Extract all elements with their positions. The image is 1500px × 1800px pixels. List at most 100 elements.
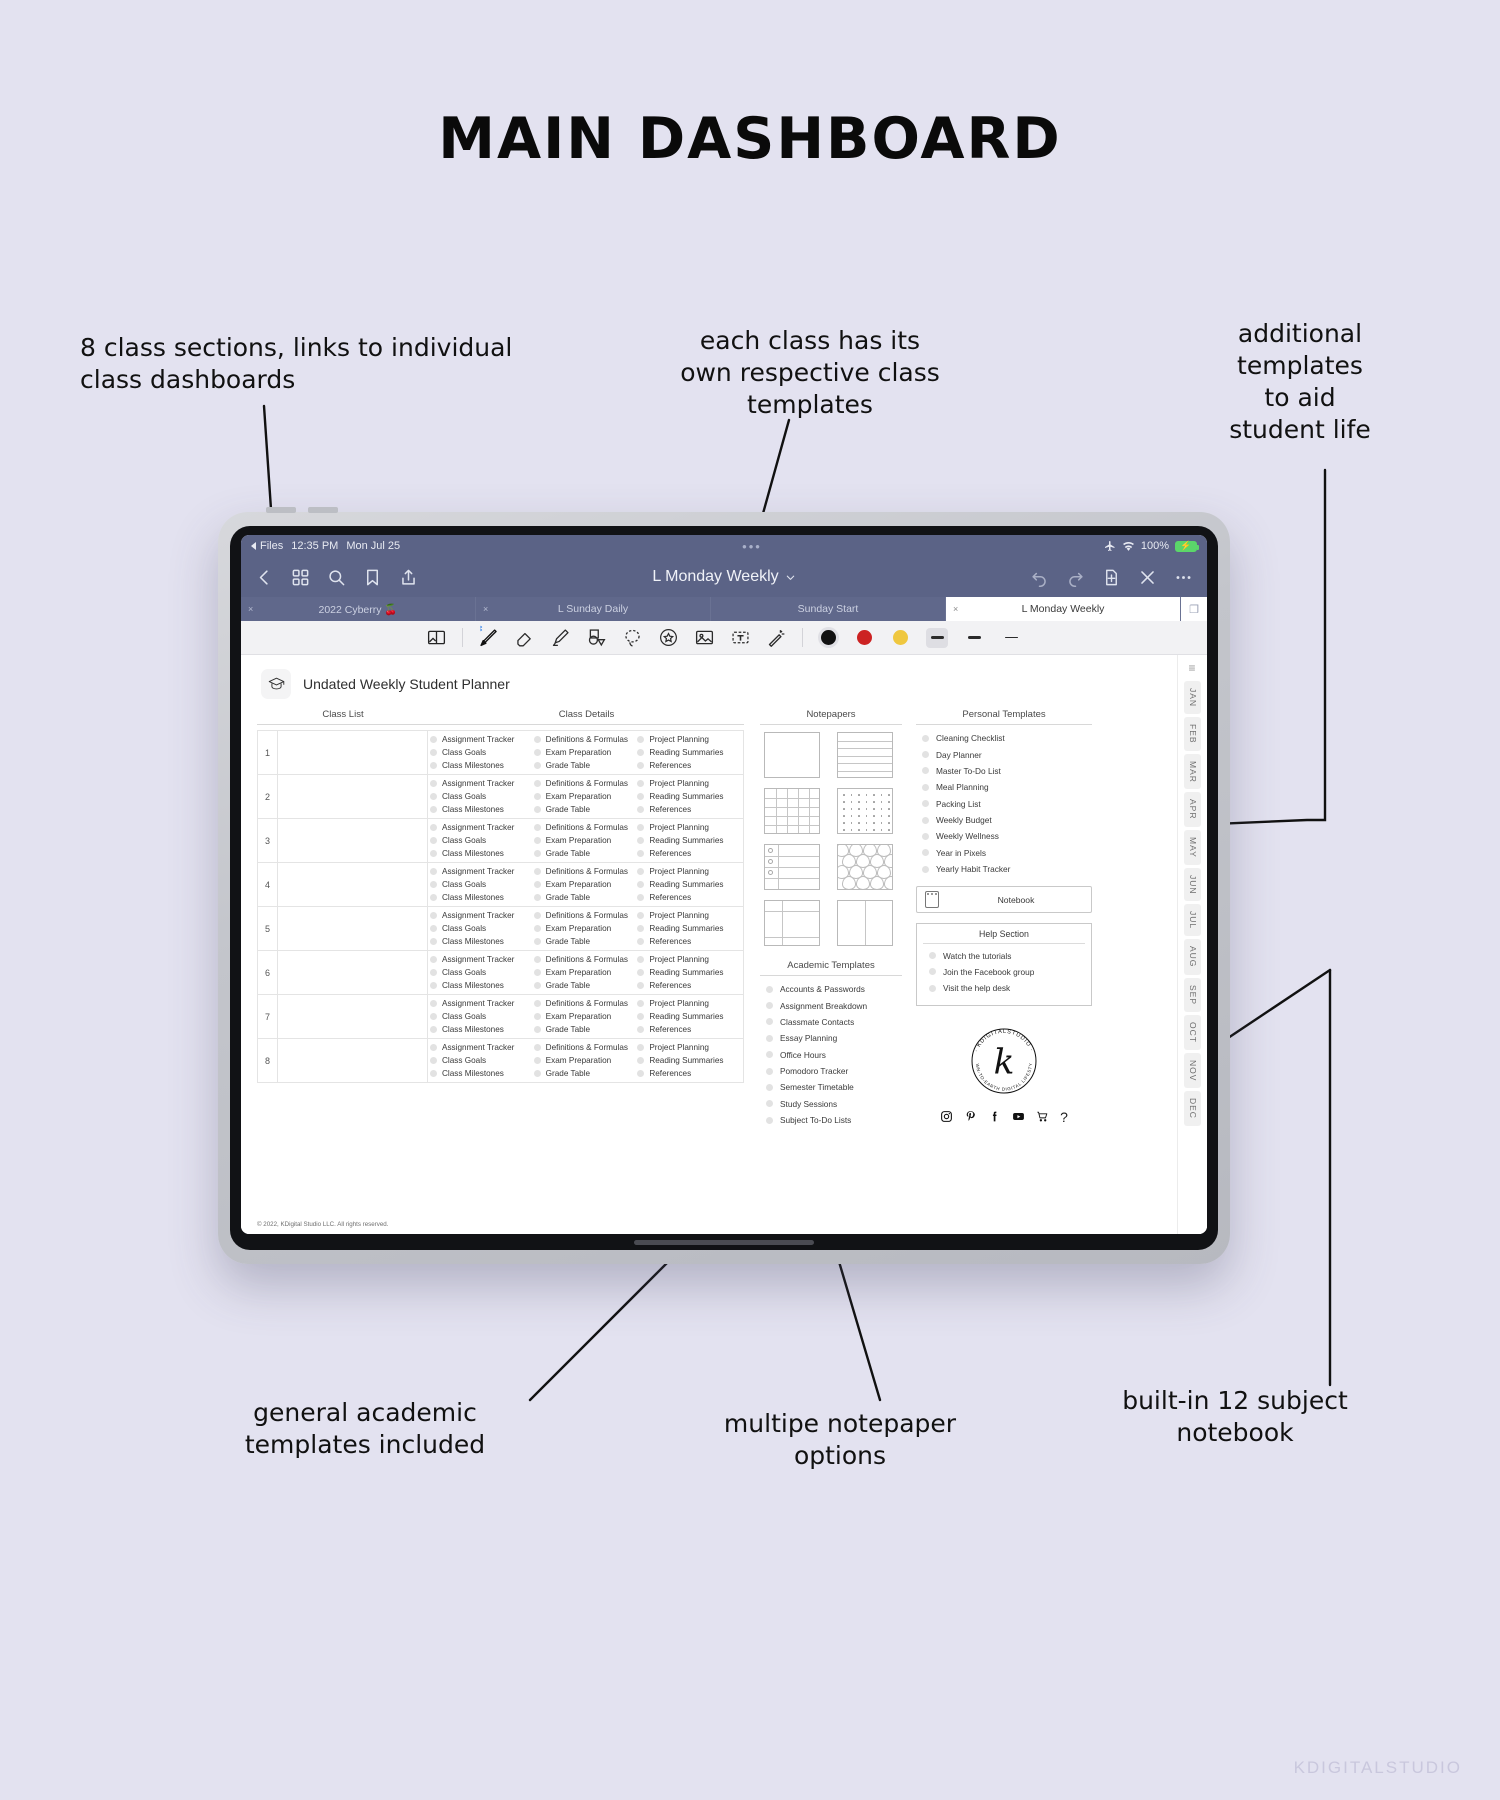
class-detail-link[interactable]: Grade Table bbox=[533, 893, 638, 902]
personal-template-item[interactable]: Weekly Budget bbox=[916, 812, 1092, 828]
class-detail-link[interactable]: Class Goals bbox=[430, 880, 534, 889]
class-detail-link[interactable]: Exam Preparation bbox=[533, 880, 638, 889]
document-title-menu[interactable]: L Monday Weekly bbox=[418, 568, 1030, 586]
personal-template-item[interactable]: Meal Planning bbox=[916, 779, 1092, 795]
academic-template-item[interactable]: Assignment Breakdown bbox=[760, 997, 902, 1013]
class-detail-link[interactable]: Grade Table bbox=[533, 849, 638, 858]
class-detail-link[interactable]: Project Planning bbox=[637, 779, 741, 788]
checklist-paper[interactable] bbox=[764, 844, 825, 890]
class-detail-link[interactable]: Exam Preparation bbox=[533, 1056, 638, 1065]
class-detail-link[interactable]: Project Planning bbox=[637, 823, 741, 832]
hex-paper[interactable] bbox=[837, 844, 898, 890]
volume-up-button[interactable] bbox=[266, 507, 296, 513]
class-detail-link[interactable]: Assignment Tracker bbox=[430, 1043, 534, 1052]
academic-template-item[interactable]: Essay Planning bbox=[760, 1030, 902, 1046]
class-detail-link[interactable]: Definitions & Formulas bbox=[533, 1043, 638, 1052]
class-detail-link[interactable]: Project Planning bbox=[637, 1043, 741, 1052]
class-detail-link[interactable]: Grade Table bbox=[533, 981, 638, 990]
class-detail-link[interactable]: Project Planning bbox=[637, 999, 741, 1008]
class-detail-link[interactable]: Exam Preparation bbox=[533, 792, 638, 801]
class-detail-link[interactable]: Definitions & Formulas bbox=[533, 823, 638, 832]
instagram-icon[interactable] bbox=[940, 1110, 953, 1123]
bookmark-icon[interactable] bbox=[363, 568, 382, 587]
color-yellow[interactable] bbox=[890, 627, 911, 648]
back-to-app-icon[interactable] bbox=[251, 542, 256, 550]
class-detail-link[interactable]: Class Goals bbox=[430, 792, 534, 801]
class-detail-link[interactable]: Reading Summaries bbox=[637, 924, 741, 933]
class-detail-link[interactable]: Project Planning bbox=[637, 735, 741, 744]
magic-wand-icon[interactable] bbox=[766, 627, 787, 648]
sidebar-toggle-icon[interactable]: ❐ bbox=[1181, 597, 1207, 621]
class-detail-link[interactable]: References bbox=[637, 849, 741, 858]
stroke-width-thin[interactable] bbox=[1000, 628, 1022, 648]
notebook-link[interactable]: Notebook bbox=[916, 886, 1092, 914]
class-detail-link[interactable]: References bbox=[637, 805, 741, 814]
month-tab-feb[interactable]: FEB bbox=[1184, 717, 1201, 751]
text-box-icon[interactable] bbox=[730, 627, 751, 648]
class-detail-link[interactable]: Exam Preparation bbox=[533, 748, 638, 757]
tab-l-monday-weekly[interactable]: × L Monday Weekly bbox=[946, 597, 1181, 621]
cornell-paper[interactable] bbox=[764, 900, 825, 946]
shapes-icon[interactable] bbox=[586, 627, 607, 648]
month-tab-jun[interactable]: JUN bbox=[1184, 867, 1201, 902]
page-layout-icon[interactable] bbox=[426, 627, 447, 648]
tab-close-icon[interactable]: × bbox=[483, 604, 488, 614]
sticker-icon[interactable] bbox=[658, 627, 679, 648]
class-name-field[interactable] bbox=[277, 818, 428, 863]
add-page-icon[interactable] bbox=[1102, 568, 1121, 587]
youtube-icon[interactable] bbox=[1012, 1110, 1025, 1123]
class-detail-link[interactable]: Assignment Tracker bbox=[430, 911, 534, 920]
class-detail-link[interactable]: Reading Summaries bbox=[637, 836, 741, 845]
class-detail-link[interactable]: Project Planning bbox=[637, 867, 741, 876]
class-detail-link[interactable]: Assignment Tracker bbox=[430, 867, 534, 876]
share-icon[interactable] bbox=[399, 568, 418, 587]
class-detail-link[interactable]: Exam Preparation bbox=[533, 968, 638, 977]
highlighter-icon[interactable] bbox=[550, 627, 571, 648]
class-detail-link[interactable]: Class Goals bbox=[430, 968, 534, 977]
class-detail-link[interactable]: Assignment Tracker bbox=[430, 779, 534, 788]
class-detail-link[interactable]: Project Planning bbox=[637, 955, 741, 964]
help-item[interactable]: Watch the tutorials bbox=[923, 947, 1085, 963]
facebook-icon[interactable] bbox=[988, 1110, 1001, 1123]
thumbnails-grid-icon[interactable] bbox=[291, 568, 310, 587]
month-tab-jul[interactable]: JUL bbox=[1184, 904, 1201, 937]
class-detail-link[interactable]: Assignment Tracker bbox=[430, 999, 534, 1008]
help-item[interactable]: Visit the help desk bbox=[923, 980, 1085, 996]
tab-2022-cyberry[interactable]: × 2022 Cyberry 🍒 bbox=[241, 597, 476, 621]
tab-close-icon[interactable]: × bbox=[248, 604, 253, 614]
class-detail-link[interactable]: Definitions & Formulas bbox=[533, 955, 638, 964]
class-name-field[interactable] bbox=[277, 950, 428, 995]
month-tab-jan[interactable]: JAN bbox=[1184, 681, 1201, 715]
class-detail-link[interactable]: Class Milestones bbox=[430, 805, 534, 814]
class-detail-link[interactable]: Grade Table bbox=[533, 937, 638, 946]
class-detail-link[interactable]: Definitions & Formulas bbox=[533, 911, 638, 920]
class-detail-link[interactable]: Reading Summaries bbox=[637, 748, 741, 757]
class-name-field[interactable] bbox=[277, 730, 428, 775]
class-detail-link[interactable]: Assignment Tracker bbox=[430, 735, 534, 744]
class-detail-link[interactable]: References bbox=[637, 1069, 741, 1078]
eraser-icon[interactable] bbox=[514, 627, 535, 648]
color-red[interactable] bbox=[854, 627, 875, 648]
split-paper[interactable] bbox=[837, 900, 898, 946]
class-name-field[interactable] bbox=[277, 862, 428, 907]
class-detail-link[interactable]: References bbox=[637, 761, 741, 770]
class-name-field[interactable] bbox=[277, 774, 428, 819]
class-detail-link[interactable]: Reading Summaries bbox=[637, 792, 741, 801]
class-detail-link[interactable]: Class Goals bbox=[430, 836, 534, 845]
class-detail-link[interactable]: Definitions & Formulas bbox=[533, 735, 638, 744]
stroke-width-medium[interactable] bbox=[963, 628, 985, 648]
hamburger-icon[interactable]: ≡ bbox=[1188, 661, 1196, 675]
chevron-left-icon[interactable] bbox=[255, 568, 274, 587]
month-tab-oct[interactable]: OCT bbox=[1184, 1014, 1201, 1050]
academic-template-item[interactable]: Subject To-Do Lists bbox=[760, 1112, 902, 1128]
class-detail-link[interactable]: Assignment Tracker bbox=[430, 955, 534, 964]
volume-down-button[interactable] bbox=[308, 507, 338, 513]
pen-icon[interactable] bbox=[478, 625, 499, 648]
lasso-icon[interactable] bbox=[622, 627, 643, 648]
class-detail-link[interactable]: Class Milestones bbox=[430, 981, 534, 990]
help-item[interactable]: Join the Facebook group bbox=[923, 964, 1085, 980]
class-detail-link[interactable]: Exam Preparation bbox=[533, 1012, 638, 1021]
class-detail-link[interactable]: Definitions & Formulas bbox=[533, 779, 638, 788]
class-detail-link[interactable]: Reading Summaries bbox=[637, 1056, 741, 1065]
class-detail-link[interactable]: References bbox=[637, 1025, 741, 1034]
